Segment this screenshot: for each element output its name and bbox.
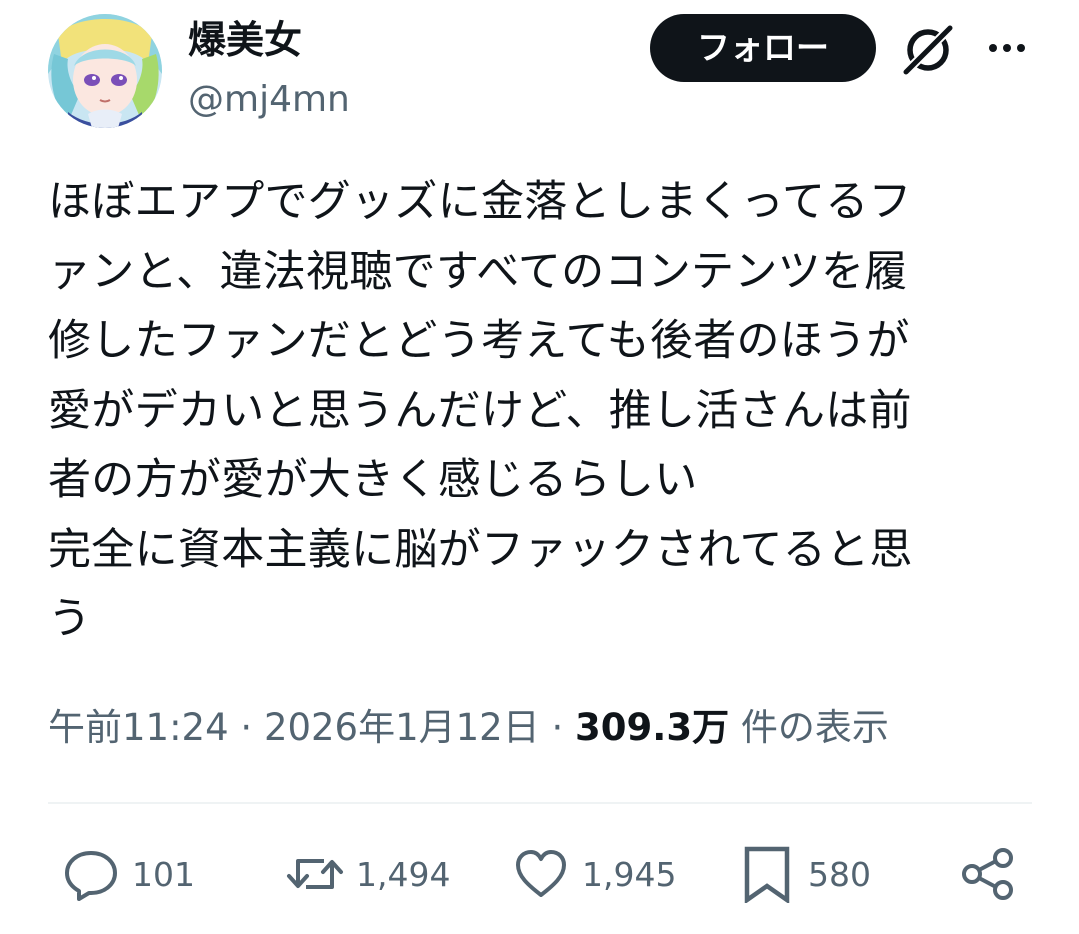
views-label[interactable]: 件の表示 bbox=[741, 706, 889, 749]
bookmark-icon bbox=[744, 846, 790, 903]
follow-button[interactable]: フォロー bbox=[650, 14, 876, 82]
display-name[interactable]: 爆美女 bbox=[188, 14, 302, 66]
tweet-text-line: 完全に資本主義に脳がファックされてると思 bbox=[48, 524, 913, 575]
share-button[interactable] bbox=[960, 842, 1018, 906]
tweet-text-line: ァンと、違法視聴ですべてのコンテンツを履 bbox=[48, 246, 908, 297]
divider bbox=[48, 802, 1032, 804]
tweet-text-line: 修したファンだとどう考えても後者のほうが bbox=[48, 316, 910, 366]
tweet-date[interactable]: 2026年1月12日 bbox=[264, 706, 540, 749]
reply-icon bbox=[65, 851, 117, 901]
meta-separator: · bbox=[551, 706, 564, 749]
tweet-text-line: う bbox=[48, 594, 92, 644]
user-handle[interactable]: @mj4mn bbox=[188, 76, 350, 124]
more-icon[interactable] bbox=[984, 30, 1030, 66]
tweet-text: ほぼエアプでグッズに金落としまくってるフ ァンと、違法視聴ですべてのコンテンツを… bbox=[48, 168, 1038, 655]
repost-button[interactable]: 1,494 bbox=[286, 842, 450, 906]
tweet-text-line: ほぼエアプでグッズに金落としまくってるフ bbox=[48, 177, 912, 227]
meta-separator: · bbox=[240, 706, 253, 749]
share-icon bbox=[962, 848, 1013, 900]
tweet-text-line: 愛がデカいと思うんだけど、推し活さんは前 bbox=[48, 385, 912, 436]
reply-count: 101 bbox=[132, 854, 195, 894]
repost-count: 1,494 bbox=[356, 854, 451, 894]
like-icon bbox=[516, 850, 566, 897]
tweet-time[interactable]: 午前11:24 bbox=[48, 706, 229, 749]
grok-icon[interactable] bbox=[899, 21, 957, 79]
bookmark-button[interactable]: 580 bbox=[738, 842, 871, 906]
avatar[interactable] bbox=[48, 14, 162, 128]
like-button[interactable]: 1,945 bbox=[512, 842, 676, 906]
like-count: 1,945 bbox=[582, 854, 677, 894]
tweet-meta: 午前11:24 · 2026年1月12日 · 309.3万 件の表示 bbox=[48, 700, 889, 756]
views-count[interactable]: 309.3万 bbox=[575, 706, 729, 749]
repost-icon bbox=[287, 859, 343, 889]
tweet-text-line: 者の方が愛が大きく感じるらしい bbox=[48, 455, 698, 505]
bookmark-count: 580 bbox=[808, 854, 871, 894]
reply-button[interactable]: 101 bbox=[62, 842, 195, 906]
avatar-image bbox=[48, 14, 162, 128]
